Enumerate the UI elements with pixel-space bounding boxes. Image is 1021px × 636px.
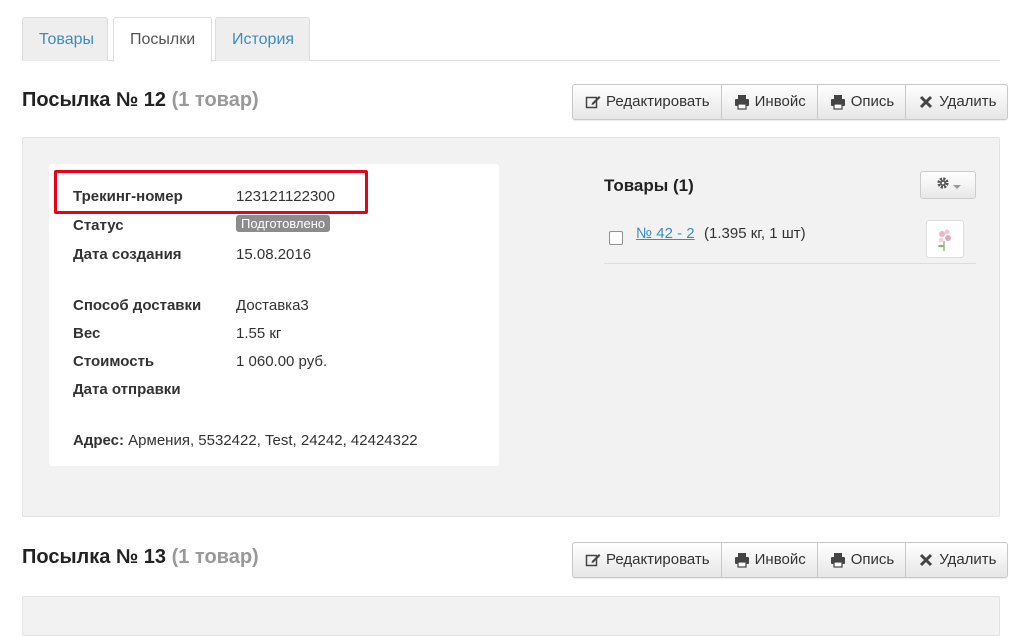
parcel-info-card: Трекинг-номер 123121122300 Статус Подгот… — [49, 164, 499, 466]
parcel-item-count: (1 товар) — [171, 89, 259, 111]
inventory-label: Опись — [850, 93, 895, 110]
goods-title: Товары (1) — [604, 176, 694, 195]
weight-value: 1.55 кг — [236, 325, 282, 342]
cost-label: Стоимость — [73, 353, 155, 370]
cost-value: 1 060.00 руб. — [236, 353, 328, 370]
print-icon — [829, 94, 847, 110]
delete-label: Удалить — [939, 93, 997, 110]
status-label: Статус — [73, 217, 124, 234]
inventory-button[interactable]: Опись — [818, 85, 907, 119]
address-label: Адрес: — [73, 432, 124, 449]
inventory-label: Опись — [850, 551, 895, 568]
delete-label: Удалить — [939, 551, 997, 568]
close-icon — [917, 94, 935, 110]
invoice-button[interactable]: Инвойс — [722, 543, 818, 577]
parcel-item-count: (1 товар) — [171, 546, 259, 568]
edit-button[interactable]: Редактировать — [573, 85, 722, 119]
inventory-button[interactable]: Опись — [818, 543, 907, 577]
parcel-number: Посылка № 13 — [22, 546, 167, 568]
invoice-label: Инвойс — [754, 551, 806, 568]
edit-icon — [584, 552, 602, 568]
item-checkbox[interactable] — [609, 231, 623, 245]
parcel-title: Посылка № 13 (1 товар) — [22, 546, 259, 569]
flower-icon — [938, 229, 951, 251]
list-item: № 42 - 2 (1.395 кг, 1 шт) — [604, 220, 976, 264]
settings-dropdown-button[interactable] — [920, 171, 976, 199]
parcel-actions: Редактировать Инвойс Опись Удалить — [572, 542, 1009, 578]
delivery-value: Доставка3 — [236, 297, 309, 314]
tracking-label: Трекинг-номер — [73, 188, 183, 205]
print-icon — [733, 94, 751, 110]
print-icon — [829, 552, 847, 568]
created-label: Дата создания — [73, 246, 182, 263]
parcel-number: Посылка № 12 — [22, 89, 167, 111]
parcel-panel: Трекинг-номер 123121122300 Статус Подгот… — [22, 137, 1000, 517]
created-value: 15.08.2016 — [236, 246, 312, 263]
parcel-title: Посылка № 12 (1 товар) — [22, 89, 259, 112]
tracking-value: 123121122300 — [236, 188, 335, 205]
delete-button[interactable]: Удалить — [906, 543, 1007, 577]
caret-down-icon — [952, 177, 961, 194]
status-badge: Подготовлено — [236, 215, 331, 232]
address-value: Армения, 5532422, Test, 24242, 42424322 — [128, 432, 418, 449]
delete-button[interactable]: Удалить — [906, 85, 1007, 119]
parcel-actions: Редактировать Инвойс Опись Удалить — [572, 84, 1009, 120]
product-thumbnail[interactable] — [926, 220, 964, 258]
invoice-label: Инвойс — [754, 93, 806, 110]
tab-parcels[interactable]: Посылки — [113, 17, 212, 62]
item-meta: (1.395 кг, 1 шт) — [704, 225, 806, 242]
invoice-button[interactable]: Инвойс — [722, 85, 818, 119]
weight-label: Вес — [73, 325, 101, 342]
ship-date-label: Дата отправки — [73, 381, 181, 398]
address-row: Адрес: Армения, 5532422, Test, 24242, 42… — [73, 432, 418, 449]
tab-bar: Товары Посылки История — [22, 17, 1000, 62]
gear-icon — [936, 176, 950, 194]
tab-goods[interactable]: Товары — [22, 17, 108, 61]
close-icon — [917, 552, 935, 568]
tab-history[interactable]: История — [215, 17, 310, 61]
item-link[interactable]: № 42 - 2 — [636, 225, 695, 242]
edit-label: Редактировать — [606, 93, 710, 110]
edit-label: Редактировать — [606, 551, 710, 568]
delivery-label: Способ доставки — [73, 297, 202, 314]
edit-button[interactable]: Редактировать — [573, 543, 722, 577]
edit-icon — [584, 94, 602, 110]
parcel-panel — [22, 596, 1000, 636]
print-icon — [733, 552, 751, 568]
